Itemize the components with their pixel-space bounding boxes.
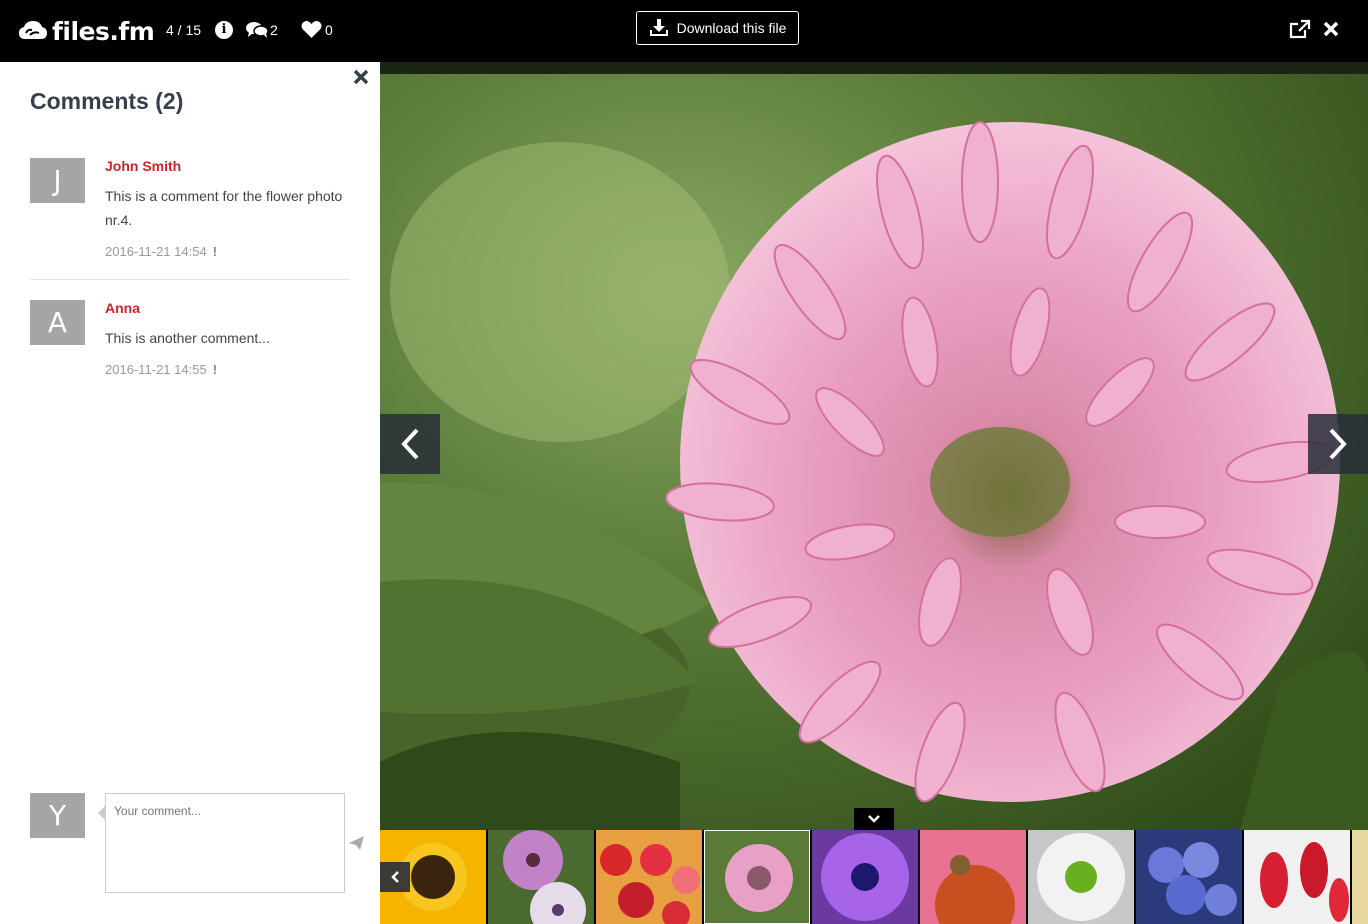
heart-icon[interactable]	[301, 20, 322, 39]
comments-panel: Comments (2) J John Smith This is a comm…	[0, 62, 380, 924]
chevron-down-icon	[868, 815, 880, 823]
send-icon[interactable]	[349, 836, 364, 850]
main-image	[380, 62, 1368, 830]
chevron-left-icon	[401, 428, 419, 460]
chevron-right-icon	[1329, 428, 1347, 460]
open-external-icon[interactable]	[1289, 19, 1311, 39]
likes-count: 0	[325, 22, 333, 38]
my-avatar: Y	[30, 793, 85, 838]
comments-title: Comments (2)	[30, 88, 184, 114]
comments-count: 2	[270, 22, 278, 38]
avatar: A	[30, 300, 85, 345]
input-notch	[98, 806, 105, 820]
comment-author[interactable]: John Smith	[105, 158, 181, 174]
thumbnail-blue-plumbago[interactable]	[1136, 830, 1242, 924]
thumbnail-strip	[380, 830, 1368, 924]
thumbnail-purple-daisies[interactable]	[488, 830, 594, 924]
image-counter: 4 / 15	[166, 22, 202, 38]
comment-author[interactable]: Anna	[105, 300, 140, 316]
info-icon[interactable]: i	[215, 21, 233, 39]
top-bar: files.fm 4 / 15 i 2 0 Download this file	[0, 0, 1368, 62]
chevron-left-icon	[391, 871, 399, 883]
comment-text: This is a comment for the flower photo n…	[105, 188, 343, 228]
comment-input[interactable]	[105, 793, 345, 893]
avatar: J	[30, 158, 85, 203]
close-viewer-icon[interactable]	[1323, 21, 1339, 37]
report-icon[interactable]: !	[213, 244, 217, 259]
close-comments-icon[interactable]	[352, 68, 370, 86]
thumbnail-partial[interactable]	[1352, 830, 1368, 924]
previous-image-button[interactable]	[380, 414, 440, 474]
thumbnail-red-fuchsia[interactable]	[1244, 830, 1350, 924]
thumbnail-purple-daisy[interactable]	[812, 830, 918, 924]
comments-icon[interactable]	[246, 21, 268, 39]
comment-date: 2016-11-21 14:55!	[105, 362, 218, 377]
files-fm-logo[interactable]: files.fm	[18, 16, 155, 46]
comment-text: This is another comment...	[105, 330, 270, 346]
toggle-thumbnails-button[interactable]	[854, 808, 894, 830]
comment-divider	[30, 279, 350, 280]
thumbnail-white-daisy[interactable]	[1028, 830, 1134, 924]
logo-text: files.fm	[52, 16, 155, 46]
download-label: Download this file	[676, 20, 787, 36]
cloud-logo-icon	[19, 21, 47, 39]
thumbnails-prev-button[interactable]	[380, 862, 410, 892]
clover-flower-image	[380, 62, 1368, 830]
thumbnail-coneflower[interactable]	[920, 830, 1026, 924]
report-icon[interactable]: !	[213, 362, 217, 377]
thumbnail-pink-clover[interactable]	[704, 830, 810, 924]
next-image-button[interactable]	[1308, 414, 1368, 474]
thumbnail-red-daisies[interactable]	[596, 830, 702, 924]
download-icon	[649, 19, 668, 36]
download-button[interactable]: Download this file	[636, 11, 799, 45]
comment-date: 2016-11-21 14:54!	[105, 244, 218, 259]
